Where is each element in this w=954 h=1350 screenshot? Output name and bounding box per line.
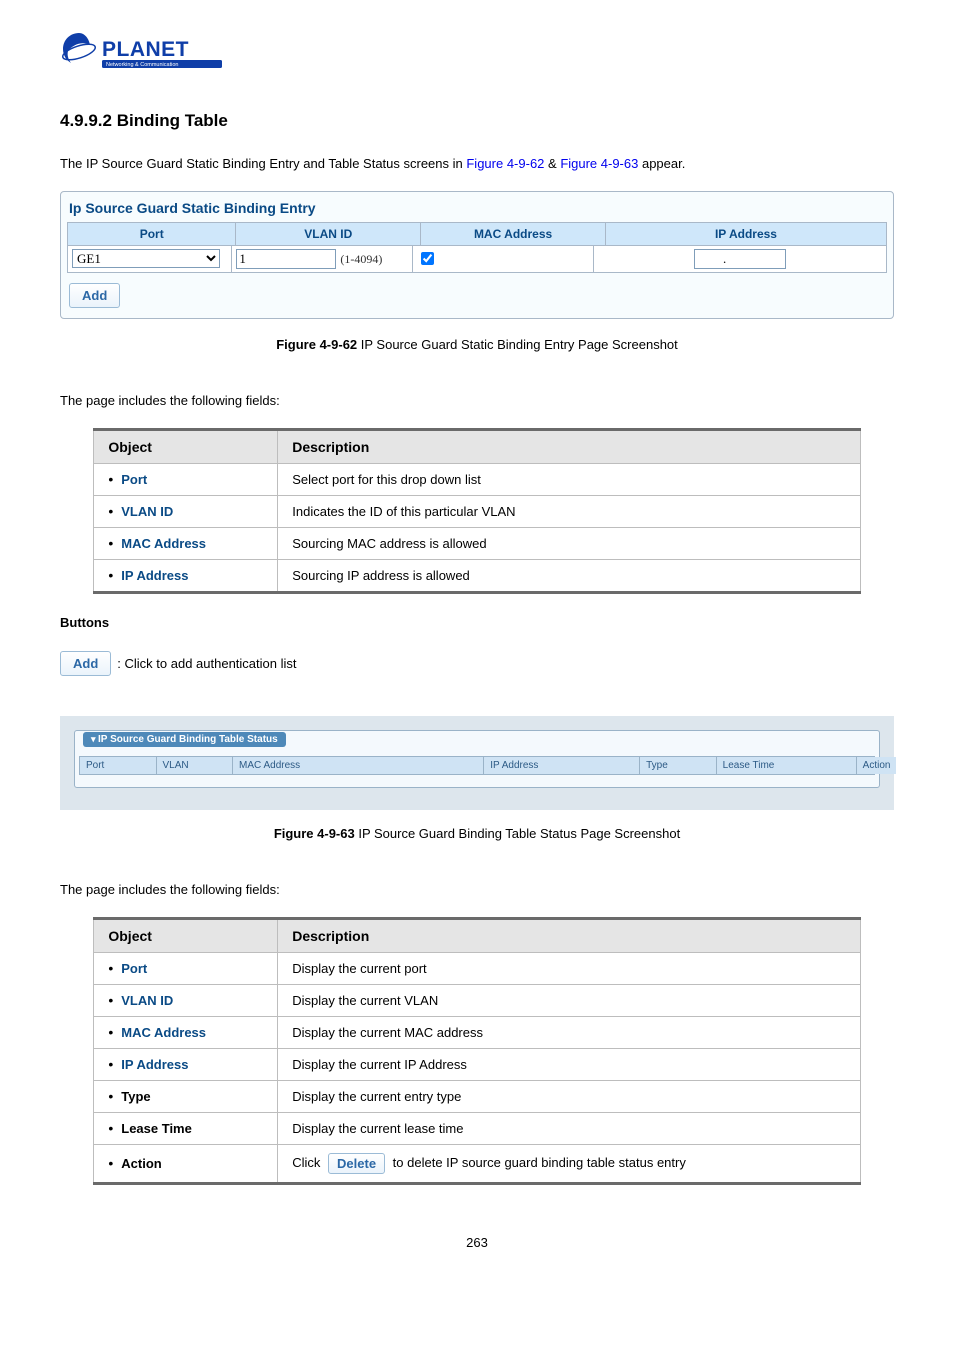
logo-brand-text: PLANET (102, 38, 189, 61)
add-button-image: Add (60, 651, 111, 676)
vlan-hint: (1-4094) (340, 252, 382, 267)
action-cell: Click Delete to delete IP source guard b… (278, 1144, 860, 1183)
t2-h2: Description (278, 918, 860, 952)
binding-entry-panel: Ip Source Guard Static Binding Entry Por… (60, 191, 894, 319)
ip-input[interactable] (694, 249, 786, 269)
port-select[interactable]: GE1 (72, 249, 220, 268)
intro-paragraph: The IP Source Guard Static Binding Entry… (60, 155, 894, 173)
add-button[interactable]: Add (69, 283, 120, 308)
col-vlan-header: VLAN ID (236, 223, 421, 245)
status-panel-title: IP Source Guard Binding Table Status (83, 732, 286, 747)
fields-table-1: Object Description •PortSelect port for … (93, 428, 860, 594)
t1-h2: Description (278, 430, 860, 464)
col-mac-header: MAC Address (421, 223, 606, 245)
fields-intro-1: The page includes the following fields: (60, 392, 894, 410)
t1-h1: Object (94, 430, 278, 464)
status-header-row: Port VLAN MAC Address IP Address Type Le… (79, 756, 875, 775)
vlan-input[interactable] (236, 249, 336, 269)
t2-h1: Object (94, 918, 278, 952)
figure-63-caption: Figure 4-9-63 IP Source Guard Binding Ta… (60, 826, 894, 841)
fields-intro-2: The page includes the following fields: (60, 881, 894, 899)
buttons-heading: Buttons (60, 614, 894, 632)
brand-logo: PLANET Networking & Communication (60, 30, 894, 81)
delete-button-image: Delete (328, 1153, 385, 1174)
col-ip-header: IP Address (606, 223, 886, 245)
panel-title: Ip Source Guard Static Binding Entry (67, 198, 887, 222)
figure-62-caption: Figure 4-9-62 IP Source Guard Static Bin… (60, 337, 894, 352)
status-screenshot: IP Source Guard Binding Table Status Por… (60, 716, 894, 810)
fields-table-2: Object Description •PortDisplay the curr… (93, 917, 860, 1185)
logo-tagline: Networking & Communication (106, 62, 178, 68)
mac-checkbox[interactable] (421, 252, 434, 265)
add-button-description: Add : Click to add authentication list (60, 651, 894, 676)
section-heading: 4.9.9.2 Binding Table (60, 111, 894, 131)
page-number: 263 (60, 1235, 894, 1250)
col-port-header: Port (68, 223, 236, 245)
figure-link-63[interactable]: Figure 4-9-63 (560, 156, 638, 171)
figure-link-62[interactable]: Figure 4-9-62 (466, 156, 544, 171)
